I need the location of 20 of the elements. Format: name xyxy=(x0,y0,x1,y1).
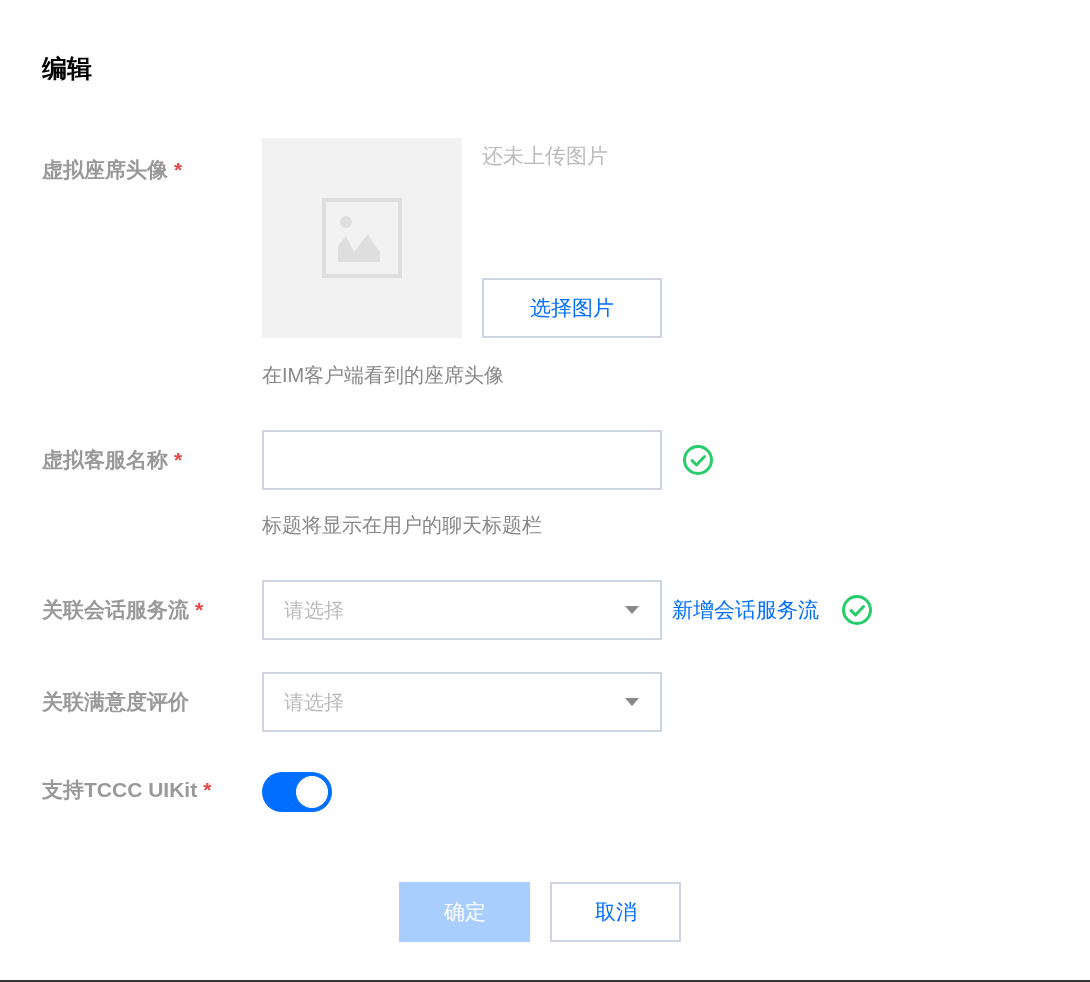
required-mark: * xyxy=(174,156,183,183)
upload-status: 还未上传图片 xyxy=(482,142,609,169)
toggle-switch[interactable] xyxy=(262,771,332,812)
field-label: 关联会话服务流 xyxy=(42,596,189,623)
field-hint: 在IM客户端看到的座席头像 xyxy=(262,362,506,388)
name-input[interactable] xyxy=(262,429,662,490)
cancel-button[interactable]: 取消 xyxy=(550,881,681,942)
field-hint: 标题将显示在用户的聊天标题栏 xyxy=(262,512,543,538)
choose-image-button[interactable]: 选择图片 xyxy=(482,277,662,338)
field-label: 支持TCCC UIKit xyxy=(42,776,198,803)
required-mark: * xyxy=(174,446,183,473)
add-flow-link[interactable]: 新增会话服务流 xyxy=(672,593,819,626)
caret-icon xyxy=(624,604,640,615)
field-label: 虚拟客服名称 xyxy=(42,446,168,473)
required-mark: * xyxy=(203,776,212,803)
dialog-title: 编辑 xyxy=(42,53,93,84)
required-mark: * xyxy=(195,596,204,623)
field-label: 关联满意度评价 xyxy=(42,688,189,715)
caret-icon xyxy=(624,696,640,707)
field-label: 虚拟座席头像 xyxy=(42,156,168,183)
